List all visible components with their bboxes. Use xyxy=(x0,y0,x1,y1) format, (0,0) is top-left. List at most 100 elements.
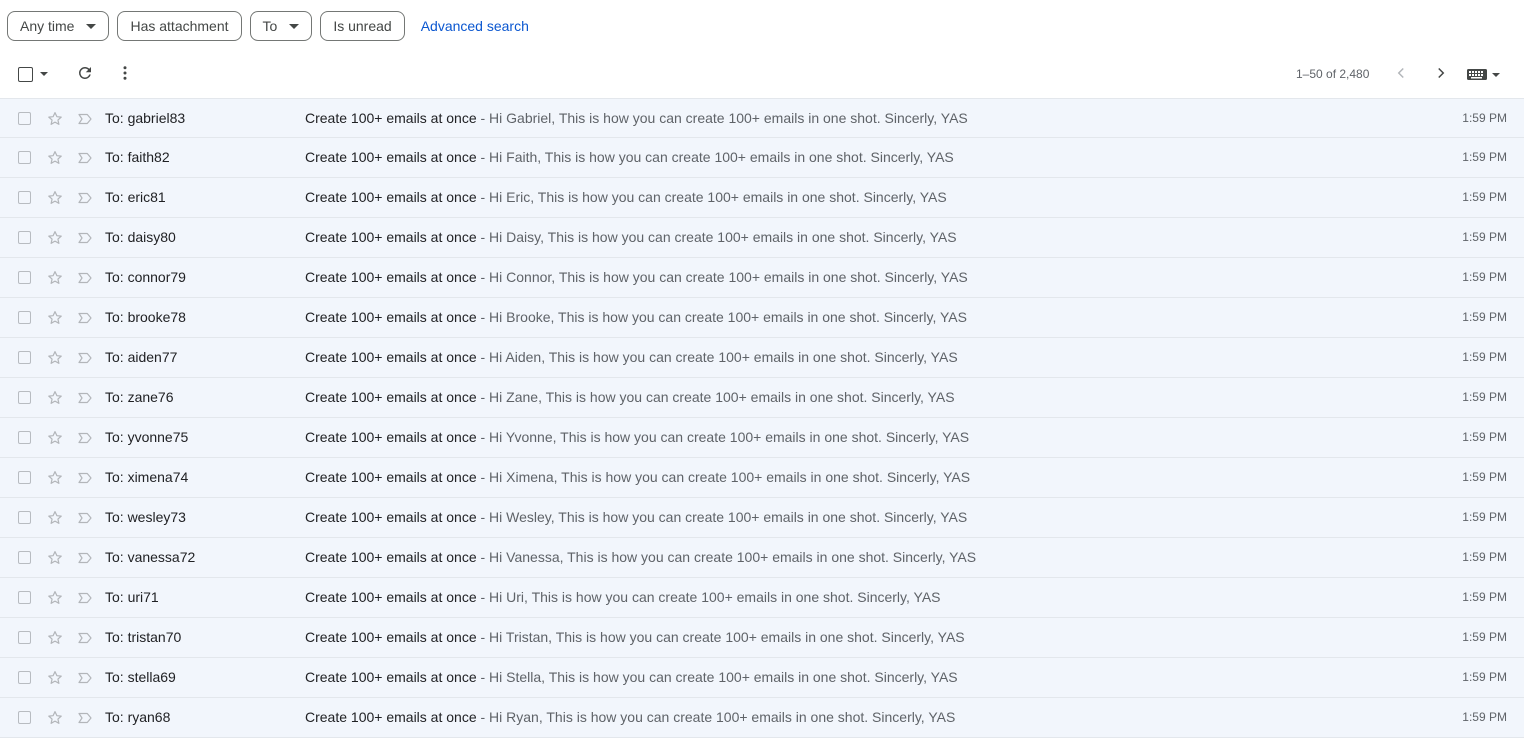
row-select-checkbox[interactable] xyxy=(18,151,31,164)
chevron-left-icon[interactable] xyxy=(1392,64,1410,82)
star-icon[interactable] xyxy=(46,389,64,407)
row-select-checkbox[interactable] xyxy=(18,471,31,484)
row-select-checkbox[interactable] xyxy=(18,191,31,204)
email-subject: Create 100+ emails at once xyxy=(305,469,477,485)
email-row[interactable]: To: uri71 Create 100+ emails at once - Hi… xyxy=(0,578,1524,618)
important-marker-icon[interactable] xyxy=(76,709,94,727)
email-subject-line: Create 100+ emails at once - Hi Uri, Thi… xyxy=(305,589,941,605)
row-select-checkbox[interactable] xyxy=(18,311,31,324)
row-select-checkbox[interactable] xyxy=(18,511,31,524)
important-marker-icon[interactable] xyxy=(76,110,94,128)
email-snippet: - Hi Faith, This is how you can create 1… xyxy=(476,149,954,165)
important-marker-icon[interactable] xyxy=(76,469,94,487)
star-icon[interactable] xyxy=(46,189,64,207)
star-icon[interactable] xyxy=(46,709,64,727)
email-row[interactable]: To: faith82 Create 100+ emails at once - … xyxy=(0,138,1524,178)
row-select-checkbox[interactable] xyxy=(18,391,31,404)
email-row[interactable]: To: eric81 Create 100+ emails at once - H… xyxy=(0,178,1524,218)
important-marker-icon[interactable] xyxy=(76,269,94,287)
email-snippet: - Hi Vanessa, This is how you can create… xyxy=(476,549,977,565)
email-subject: Create 100+ emails at once xyxy=(305,549,477,565)
row-select-checkbox[interactable] xyxy=(18,231,31,244)
star-icon[interactable] xyxy=(46,429,64,447)
email-snippet: - Hi Ximena, This is how you can create … xyxy=(476,469,971,485)
email-row[interactable]: To: connor79 Create 100+ emails at once -… xyxy=(0,258,1524,298)
star-icon[interactable] xyxy=(46,229,64,247)
any-time-filter-chip[interactable]: Any time xyxy=(7,11,110,41)
important-marker-icon[interactable] xyxy=(76,509,94,527)
row-select-checkbox[interactable] xyxy=(18,351,31,364)
row-select-checkbox[interactable] xyxy=(18,631,31,644)
email-row[interactable]: To: stella69 Create 100+ emails at once -… xyxy=(0,658,1524,698)
row-select-checkbox[interactable] xyxy=(18,711,31,724)
important-marker-icon[interactable] xyxy=(76,389,94,407)
chevron-right-icon[interactable] xyxy=(1432,64,1450,82)
email-row[interactable]: To: ryan68 Create 100+ emails at once - H… xyxy=(0,698,1524,738)
search-filter-bar: Any time Has attachment To Is unread Adv… xyxy=(7,10,529,42)
important-marker-icon[interactable] xyxy=(76,429,94,447)
email-subject: Create 100+ emails at once xyxy=(305,589,477,605)
is-unread-filter-chip[interactable]: Is unread xyxy=(320,11,405,41)
email-subject-line: Create 100+ emails at once - Hi Daisy, T… xyxy=(305,229,957,245)
row-select-checkbox[interactable] xyxy=(18,551,31,564)
email-subject: Create 100+ emails at once xyxy=(305,629,477,645)
email-time: 1:59 PM xyxy=(1462,550,1507,564)
important-marker-icon[interactable] xyxy=(76,189,94,207)
recipient: To: ryan68 xyxy=(105,709,171,725)
row-select-checkbox[interactable] xyxy=(18,431,31,444)
star-icon[interactable] xyxy=(46,309,64,327)
email-row[interactable]: To: aiden77 Create 100+ emails at once - … xyxy=(0,338,1524,378)
email-subject-line: Create 100+ emails at once - Hi Tristan,… xyxy=(305,629,965,645)
email-snippet: - Hi Wesley, This is how you can create … xyxy=(476,509,968,525)
row-select-checkbox[interactable] xyxy=(18,112,31,125)
email-row[interactable]: To: wesley73 Create 100+ emails at once -… xyxy=(0,498,1524,538)
star-icon[interactable] xyxy=(46,509,64,527)
important-marker-icon[interactable] xyxy=(76,549,94,567)
star-icon[interactable] xyxy=(46,669,64,687)
star-icon[interactable] xyxy=(46,269,64,287)
advanced-search-link[interactable]: Advanced search xyxy=(421,18,529,34)
email-time: 1:59 PM xyxy=(1462,590,1507,604)
important-marker-icon[interactable] xyxy=(76,149,94,167)
row-select-checkbox[interactable] xyxy=(18,271,31,284)
star-icon[interactable] xyxy=(46,629,64,647)
star-icon[interactable] xyxy=(46,149,64,167)
select-all-checkbox[interactable] xyxy=(18,67,33,82)
email-row[interactable]: To: daisy80 Create 100+ emails at once - … xyxy=(0,218,1524,258)
email-row[interactable]: To: vanessa72 Create 100+ emails at once … xyxy=(0,538,1524,578)
email-snippet: - Hi Stella, This is how you can create … xyxy=(476,669,958,685)
star-icon[interactable] xyxy=(46,110,64,128)
email-row[interactable]: To: zane76 Create 100+ emails at once - H… xyxy=(0,378,1524,418)
email-time: 1:59 PM xyxy=(1462,350,1507,364)
important-marker-icon[interactable] xyxy=(76,629,94,647)
email-row[interactable]: To: ximena74 Create 100+ emails at once -… xyxy=(0,458,1524,498)
list-toolbar: 1–50 of 2,480 xyxy=(0,58,1524,90)
email-snippet: - Hi Aiden, This is how you can create 1… xyxy=(476,349,958,365)
recipient: To: wesley73 xyxy=(105,509,186,525)
important-marker-icon[interactable] xyxy=(76,349,94,367)
keyboard-icon[interactable] xyxy=(1466,66,1502,82)
email-row[interactable]: To: yvonne75 Create 100+ emails at once -… xyxy=(0,418,1524,458)
email-snippet: - Hi Gabriel, This is how you can create… xyxy=(476,110,968,126)
to-filter-chip[interactable]: To xyxy=(249,11,313,41)
has-attachment-filter-chip[interactable]: Has attachment xyxy=(117,11,242,41)
email-row[interactable]: To: gabriel83 Create 100+ emails at once … xyxy=(0,98,1524,138)
important-marker-icon[interactable] xyxy=(76,229,94,247)
important-marker-icon[interactable] xyxy=(76,309,94,327)
row-select-checkbox[interactable] xyxy=(18,671,31,684)
email-subject: Create 100+ emails at once xyxy=(305,149,477,165)
recipient: To: zane76 xyxy=(105,389,174,405)
select-menu-chevron-down-icon[interactable] xyxy=(40,72,48,76)
email-subject-line: Create 100+ emails at once - Hi Wesley, … xyxy=(305,509,967,525)
important-marker-icon[interactable] xyxy=(76,589,94,607)
email-row[interactable]: To: brooke78 Create 100+ emails at once -… xyxy=(0,298,1524,338)
refresh-icon[interactable] xyxy=(76,64,94,82)
star-icon[interactable] xyxy=(46,549,64,567)
star-icon[interactable] xyxy=(46,589,64,607)
important-marker-icon[interactable] xyxy=(76,669,94,687)
star-icon[interactable] xyxy=(46,349,64,367)
more-vert-icon[interactable] xyxy=(116,64,134,82)
star-icon[interactable] xyxy=(46,469,64,487)
row-select-checkbox[interactable] xyxy=(18,591,31,604)
email-row[interactable]: To: tristan70 Create 100+ emails at once … xyxy=(0,618,1524,658)
